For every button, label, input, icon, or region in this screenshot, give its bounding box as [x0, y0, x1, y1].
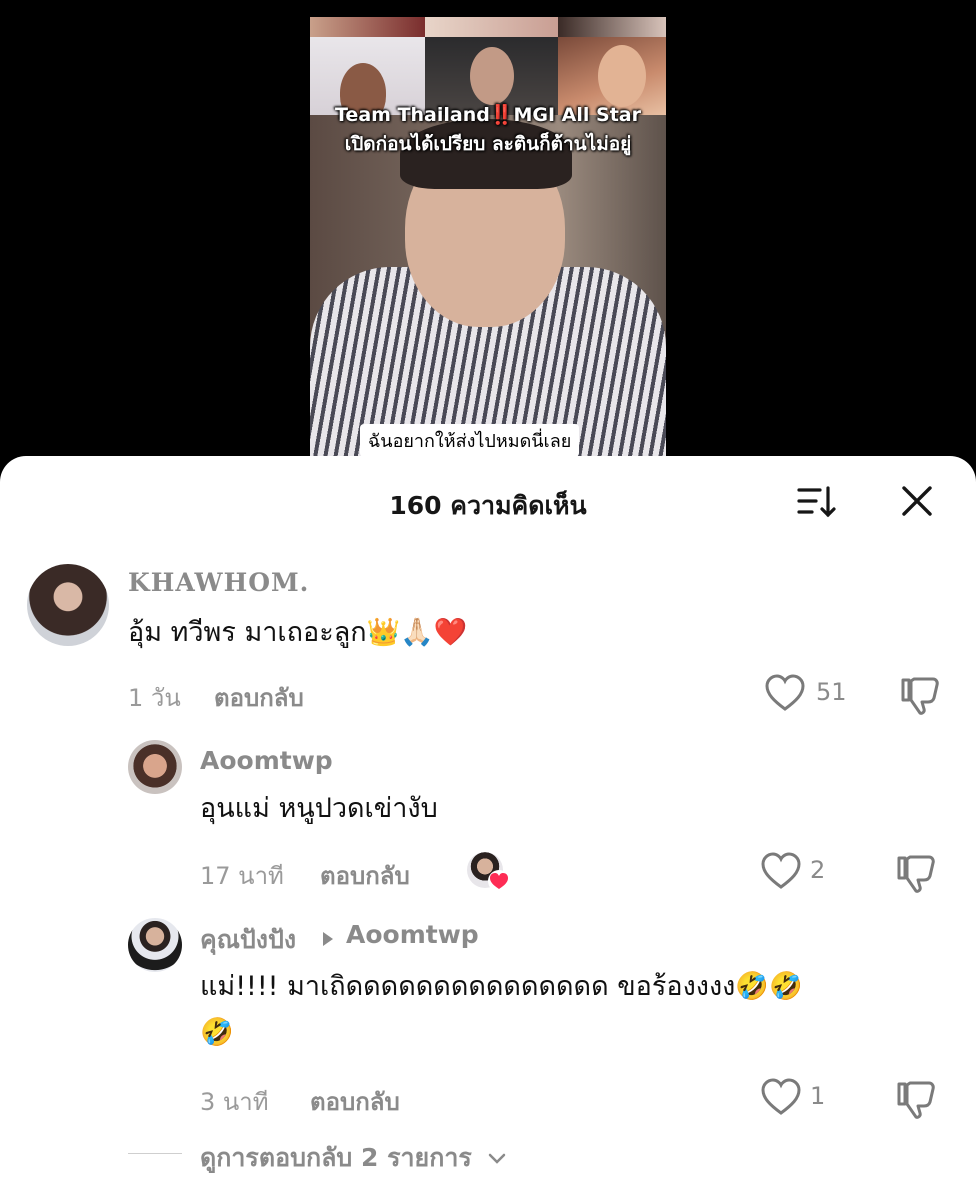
- thumbnail: [558, 17, 666, 37]
- comment-text-line1: แม่!!!! มาเถิดดดดดดดดดดดดดดด ขอร้องงงง🤣🤣: [200, 971, 803, 1002]
- heart-icon: [765, 674, 805, 711]
- thumbs-down-icon: [901, 677, 939, 715]
- close-icon: [902, 486, 932, 516]
- reply-button[interactable]: ตอบกลับ: [320, 856, 410, 895]
- close-button[interactable]: [898, 482, 936, 520]
- heart-badge-icon: [488, 870, 510, 892]
- comment-username[interactable]: Aoomtwp: [200, 746, 333, 775]
- like-count: 2: [810, 856, 826, 884]
- comment-username[interactable]: KHAWHOM.: [128, 568, 309, 597]
- avatar[interactable]: [128, 918, 182, 972]
- comment-username[interactable]: คุณปังปัง: [200, 920, 296, 960]
- comments-sheet: 160 ความคิดเห็น KHAWHOM. อุ้ม ทวีพร มาเถ…: [0, 456, 976, 1200]
- dislike-button[interactable]: [900, 676, 942, 720]
- like-count: 51: [816, 678, 847, 706]
- comment-text-line2: 🤣: [200, 1017, 234, 1048]
- thumbs-down-icon: [897, 855, 935, 893]
- comment-text: อุนแม่ หนูปวดเข่างับ: [200, 793, 438, 824]
- comment-time: 17 นาที: [200, 862, 284, 890]
- view-replies-label: ดูการตอบกลับ 2 รายการ: [200, 1143, 472, 1172]
- avatar[interactable]: [27, 564, 109, 646]
- sort-icon: [797, 486, 836, 518]
- divider: [128, 1153, 182, 1154]
- video-title-line1: Team Thailand‼️MGI All Star: [335, 104, 641, 126]
- video-preview[interactable]: Team Thailand‼️MGI All Star เปิดก่อนได้เ…: [310, 17, 666, 487]
- avatar[interactable]: [128, 740, 182, 794]
- thumbs-down-icon: [897, 1081, 935, 1119]
- reply-button[interactable]: ตอบกลับ: [310, 1082, 400, 1121]
- thumbnail: [310, 17, 425, 37]
- dislike-button[interactable]: [896, 854, 938, 898]
- comment-text: อุ้ม ทวีพร มาเถอะลูก👑🙏🏻❤️: [128, 617, 468, 648]
- chevron-down-icon: [488, 1153, 505, 1164]
- video-caption: ฉันอยากให้ส่งไปหมดนี่เลย: [360, 424, 580, 457]
- view-replies-button[interactable]: ดูการตอบกลับ 2 รายการ: [200, 1138, 507, 1178]
- reply-arrow-icon: [321, 930, 335, 952]
- like-button[interactable]: [764, 674, 806, 716]
- sort-button[interactable]: [796, 484, 838, 520]
- reply-button[interactable]: ตอบกลับ: [214, 678, 304, 717]
- like-count: 1: [810, 1082, 826, 1110]
- heart-icon: [761, 852, 801, 889]
- heart-icon: [761, 1078, 801, 1115]
- dislike-button[interactable]: [896, 1080, 938, 1124]
- like-button[interactable]: [760, 852, 802, 894]
- comment-time: 1 วัน: [128, 684, 181, 712]
- video-title-line2: เปิดก่อนได้เปรียบ ละตินก็ต้านไม่อยู่: [344, 133, 632, 155]
- thumbnail: [425, 17, 558, 37]
- reply-to-username[interactable]: Aoomtwp: [346, 920, 479, 949]
- like-button[interactable]: [760, 1078, 802, 1120]
- comment-time: 3 นาที: [200, 1088, 269, 1116]
